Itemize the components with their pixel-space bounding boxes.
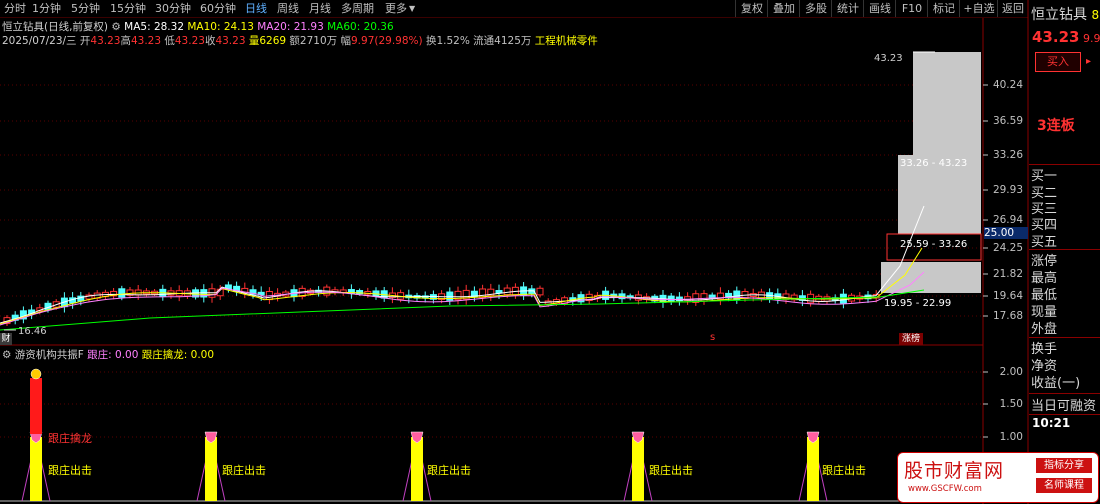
indicator-value-2: 跟庄擒龙: 0.00 <box>141 349 215 361</box>
range-box-top <box>913 52 981 155</box>
price-label-4: 29.93 <box>992 184 1023 196</box>
panel-divider-4 <box>1029 393 1100 394</box>
price-label-3: 33.26 <box>992 149 1023 161</box>
signal-chuji-label-2: 跟庄出击 <box>222 464 266 477</box>
signal-bar-yellow <box>30 437 42 501</box>
price-label-1: 40.24 <box>992 79 1023 91</box>
panel-stock-name-text: 恒立钻具 <box>1031 7 1087 23</box>
watermark-tag-2: 名师课程 <box>1036 478 1092 493</box>
panel-stock-name: 恒立钻具 8 <box>1031 4 1099 24</box>
panel-divider-5 <box>1029 414 1100 415</box>
range-label-3: 19.95 - 22.99 <box>884 298 951 309</box>
price-label-5: 26.94 <box>992 214 1023 226</box>
price-label-9: 17.68 <box>992 310 1023 322</box>
panel-code-fragment: 8 <box>1091 8 1100 22</box>
signal-bar-yellow <box>807 437 819 501</box>
indicator-name[interactable]: 游资机构共振F <box>15 349 84 361</box>
candle-body <box>118 288 126 298</box>
range-box-low <box>881 262 981 293</box>
price-label-2: 36.59 <box>992 115 1023 127</box>
panel-quote: 43.23 9.9 <box>1032 28 1100 46</box>
current-price-tag: 25.00 <box>984 227 1028 239</box>
signal-chuji-label-3: 跟庄出击 <box>427 464 471 477</box>
signal-chuji-label-4: 跟庄出击 <box>649 464 693 477</box>
watermark-url: www.GSCFW.com <box>908 484 982 494</box>
bid-5-label: 买五 <box>1031 235 1058 250</box>
watermark-title: 股市财富网 <box>904 460 1005 482</box>
watermark-logo: 股市财富网 www.GSCFW.com 指标分享 名师课程 <box>897 452 1099 503</box>
panel-time: 10:21 <box>1032 416 1071 430</box>
buy-menu-icon[interactable]: ▸ <box>1086 56 1091 67</box>
indicator-gridlines <box>0 371 983 438</box>
low-price-annotation: 16.46 <box>18 326 47 337</box>
candle-body <box>446 291 454 301</box>
s-badge[interactable]: s <box>710 332 715 343</box>
indicator-value-1: 跟庄: 0.00 <box>87 349 139 361</box>
panel-change-fragment: 9.9 <box>1082 32 1100 45</box>
candle-body <box>503 287 511 296</box>
signal-chuji-label-1: 跟庄出击 <box>48 464 92 477</box>
price-label-8: 19.64 <box>992 290 1023 302</box>
limit-streak-label: 3连板 <box>1037 118 1075 134</box>
limit-list-badge[interactable]: 涨榜 <box>899 333 924 345</box>
top-price-annotation: 43.23 <box>874 53 903 64</box>
indicator-signals <box>21 368 828 502</box>
outer-vol-label: 外盘 <box>1031 322 1058 337</box>
candle-body <box>536 287 544 296</box>
indicator-axis-2: 1.50 <box>999 398 1023 410</box>
indicator-axis-3: 1.00 <box>999 431 1023 443</box>
signal-bar-yellow <box>205 437 217 501</box>
finance-badge[interactable]: 财 <box>0 333 12 345</box>
indicator-axis-1: 2.00 <box>999 366 1023 378</box>
eps-label: 收益(一) <box>1031 376 1081 391</box>
range-label-2: 25.59 - 33.26 <box>900 239 967 250</box>
range-label-1: 33.26 - 43.23 <box>900 158 967 169</box>
signal-qinlong-label: 跟庄擒龙 <box>48 432 92 445</box>
money-bag-icon <box>30 368 42 380</box>
main-chart: 43.23 33.26 - 43.23 25.59 - 33.26 19.95 … <box>0 0 1029 504</box>
price-label-6: 24.25 <box>992 242 1023 254</box>
indicator-settings-icon[interactable]: ⚙ <box>2 349 11 361</box>
buy-button[interactable]: 买入 <box>1035 52 1081 72</box>
panel-price: 43.23 <box>1032 28 1080 46</box>
signal-chuji-label-5: 跟庄出击 <box>822 464 866 477</box>
moving-averages <box>0 205 925 331</box>
signal-bar-yellow <box>632 437 644 501</box>
signal-bar-yellow <box>411 437 423 501</box>
margin-label: 当日可融资 <box>1031 399 1097 414</box>
signal-bar-red <box>30 378 42 434</box>
watermark-tag-1: 指标分享 <box>1036 458 1092 473</box>
price-gridlines <box>0 84 983 317</box>
price-label-7: 21.82 <box>992 268 1023 280</box>
indicator-header: ⚙ 游资机构共振F 跟庄: 0.00 跟庄擒龙: 0.00 <box>2 347 214 362</box>
